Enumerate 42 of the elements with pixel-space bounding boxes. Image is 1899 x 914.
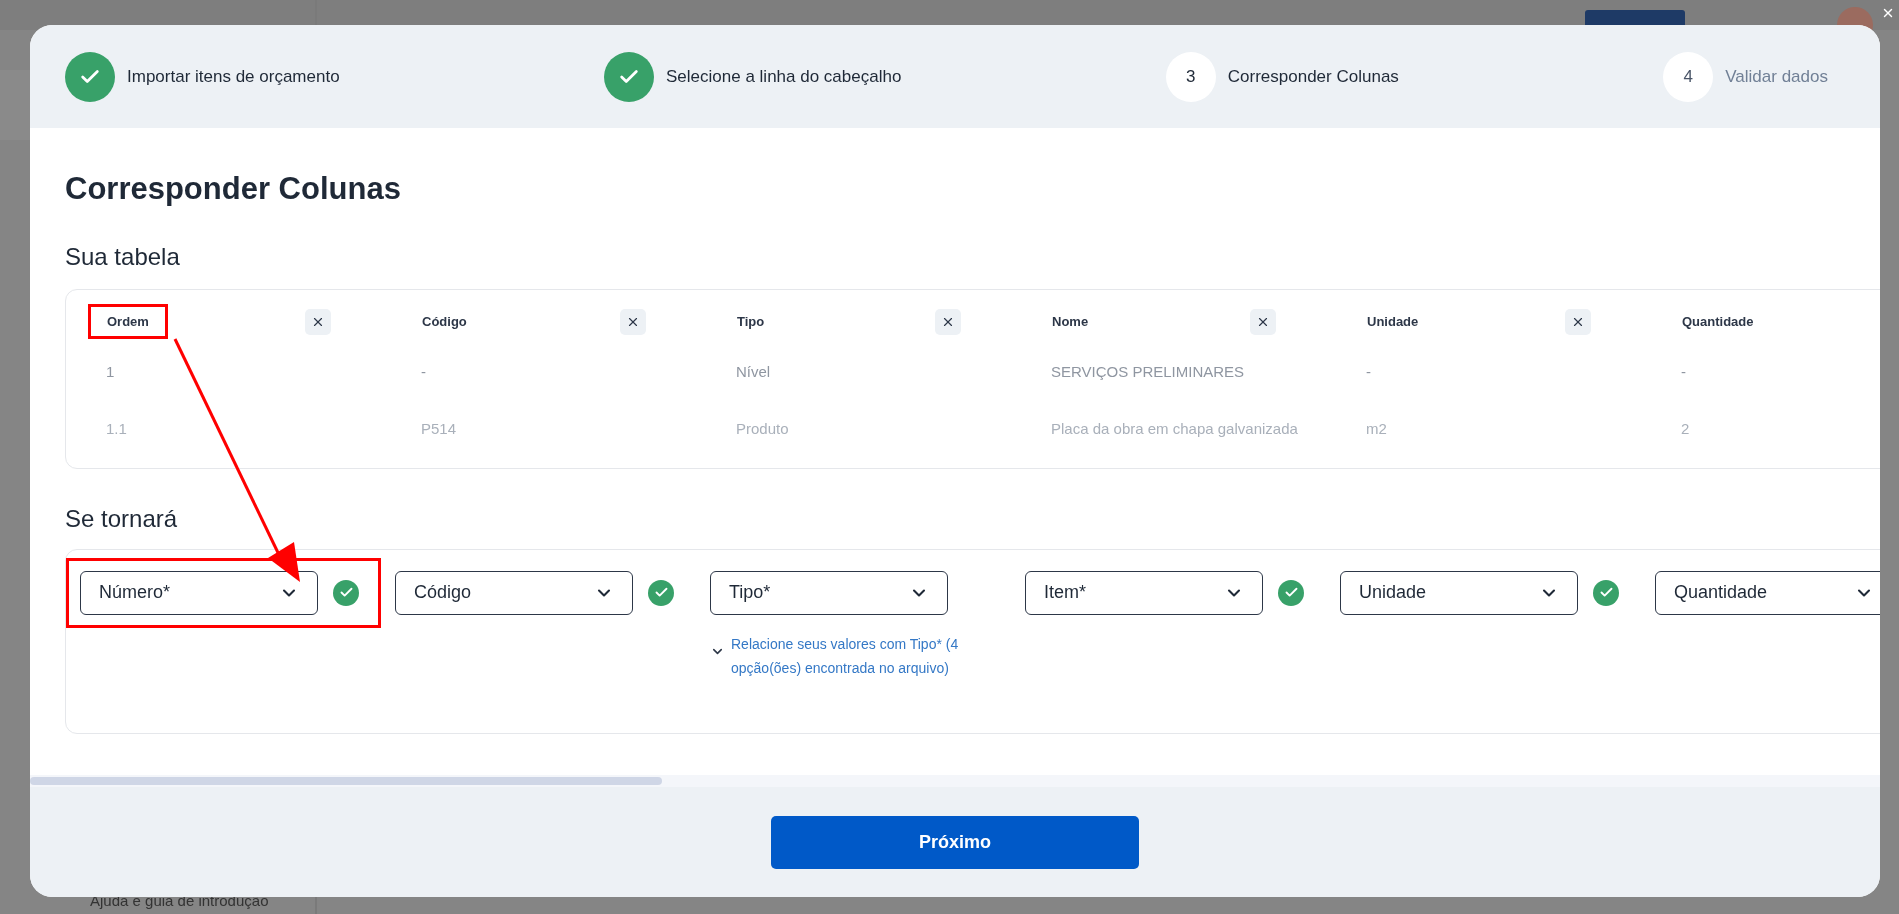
table-cell: - bbox=[421, 363, 426, 380]
table-cell: - bbox=[1366, 363, 1371, 380]
step-number: 4 bbox=[1683, 65, 1693, 88]
remove-column-button[interactable] bbox=[620, 308, 646, 335]
step-label: Importar itens de orçamento bbox=[127, 65, 340, 88]
table-cell: 2 bbox=[1681, 420, 1690, 437]
scrollbar-thumb[interactable] bbox=[30, 777, 662, 785]
match-values-link[interactable]: Relacione seus valores com Tipo* (4 opção(ões) encontrada no arquivo) bbox=[710, 631, 960, 680]
page-title: Corresponder Colunas bbox=[65, 170, 402, 208]
column-header: Código bbox=[421, 312, 468, 331]
section-heading: Sua tabela bbox=[65, 241, 181, 272]
remove-column-button[interactable] bbox=[305, 308, 331, 335]
remove-column-button[interactable] bbox=[1250, 308, 1276, 335]
table-cell: 1.1 bbox=[106, 420, 127, 437]
column-select[interactable]: Unidade bbox=[1340, 570, 1578, 615]
table-cell: Placa da obra em chapa galvanizada bbox=[1051, 420, 1298, 437]
step-number: 3 bbox=[1186, 65, 1196, 88]
section-heading: Se tornará bbox=[65, 503, 179, 534]
table-cell: Nível bbox=[736, 363, 771, 380]
step-label: Corresponder Colunas bbox=[1227, 65, 1399, 88]
table-cell: Produto bbox=[736, 420, 789, 437]
next-button[interactable]: Próximo bbox=[771, 815, 1139, 869]
step-label: Selecione a linha do cabeçalho bbox=[666, 65, 902, 88]
column-select[interactable]: Tipo* bbox=[710, 570, 948, 615]
table-cell: P514 bbox=[421, 420, 457, 437]
column-header: Unidade bbox=[1366, 312, 1420, 331]
column-header: Tipo bbox=[736, 312, 766, 331]
column-header: Nome bbox=[1051, 312, 1090, 331]
table-cell: - bbox=[1681, 363, 1686, 380]
column-header: Ordem bbox=[88, 303, 168, 340]
table-cell: m2 bbox=[1366, 420, 1387, 437]
column-select[interactable]: Código bbox=[395, 570, 633, 615]
table-cell: 1 bbox=[106, 363, 115, 380]
column-select[interactable]: Item* bbox=[1025, 570, 1263, 615]
remove-column-button[interactable] bbox=[935, 308, 961, 335]
column-header: Quantidade bbox=[1681, 312, 1755, 331]
close-icon bbox=[1881, 6, 1895, 20]
table-cell: SERVIÇOS PRELIMINARES bbox=[1051, 363, 1245, 380]
column-select[interactable]: Número* bbox=[80, 570, 318, 615]
remove-column-button[interactable] bbox=[1565, 308, 1591, 335]
step-label: Validar dados bbox=[1725, 65, 1828, 88]
column-select[interactable]: Quantidade bbox=[1655, 570, 1880, 615]
